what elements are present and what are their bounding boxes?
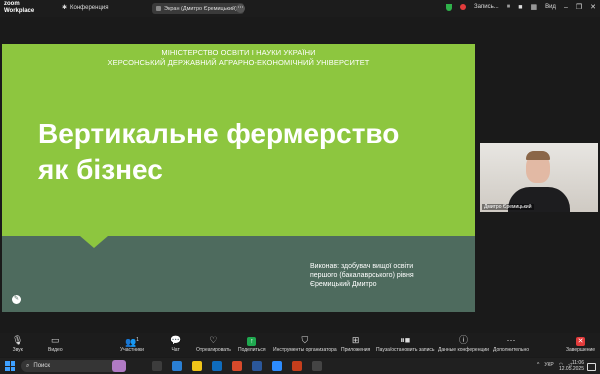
conference-menu[interactable]: ✱ Конференция — [62, 4, 109, 12]
chat-button[interactable]: 💬 Чат — [170, 335, 181, 353]
minimize-icon[interactable]: – — [564, 4, 568, 11]
paw-icon: ✱ — [62, 5, 68, 11]
ministry-line: МІНІСТЕРСТВО ОСВІТИ І НАУКИ УКРАЇНИ — [161, 48, 316, 57]
powerpoint-icon[interactable] — [292, 361, 302, 371]
participants-icon: 👥1 — [124, 337, 139, 347]
recording-label[interactable]: Запись... — [474, 4, 499, 10]
notification-icon[interactable] — [587, 363, 596, 371]
shield-icon[interactable] — [446, 3, 453, 11]
meeting-toolbar: 🎙 Звук ▭ Видео 👥1 Участники 💬 Чат ♡ Отре… — [0, 333, 600, 357]
share-icon: ↑ — [238, 335, 266, 346]
screen-share-indicator[interactable]: Экран (Дмитро Єремицький) — [152, 3, 244, 14]
react-label: Отреагировать — [196, 347, 231, 353]
share-label: Поделиться — [238, 347, 266, 353]
taskbar-search[interactable]: ⌕ Поиск — [21, 360, 126, 372]
heart-icon: ♡ — [209, 335, 218, 345]
logo-line2: Workplace — [4, 7, 35, 14]
chevron-up-icon[interactable]: ^ — [537, 362, 539, 368]
edge-icon[interactable] — [172, 361, 182, 371]
host-tools-label: Инструменты организатора — [273, 347, 337, 353]
share-button[interactable]: ↑ Поделиться — [238, 335, 266, 353]
participants-label: Участники — [120, 347, 144, 353]
screen-icon — [156, 6, 161, 11]
author-line1: Виконав: здобувач вищої освіти — [310, 263, 414, 270]
word-icon[interactable] — [252, 361, 262, 371]
search-highlight-image — [112, 360, 126, 372]
apps-button[interactable]: ⊞ Приложения — [341, 335, 370, 353]
title-line1: Вертикальне фермерство — [38, 118, 400, 149]
microphone-icon: 🎙 — [12, 335, 24, 345]
close-icon[interactable]: ✕ — [590, 3, 596, 11]
chat-icon: 💬 — [170, 335, 182, 345]
audio-label: Звук — [12, 347, 23, 353]
host-tools-button[interactable]: ⛉ Инструменты организатора — [273, 335, 337, 353]
end-label: Завершение — [566, 347, 596, 353]
university-line: ХЕРСОНСЬКИЙ ДЕРЖАВНИЙ АГРАРНО-ЕКОНОМІЧНИ… — [107, 58, 370, 67]
clock-date: 12.05.2025 — [558, 366, 584, 372]
language-indicator[interactable]: УКР — [544, 362, 553, 368]
participant-hair — [526, 151, 550, 160]
more-button[interactable]: ⋯ Дополнительно — [493, 335, 529, 353]
file-explorer-icon[interactable] — [192, 361, 202, 371]
apps-icon: ⊞ — [351, 335, 360, 345]
chat-label: Чат — [171, 347, 180, 353]
search-placeholder: Поиск — [33, 363, 51, 369]
slide-title: Вертикальне фермерство як бізнес — [38, 116, 399, 188]
participant-name: Дмитро Єремицький — [482, 204, 534, 210]
author-line3: Єремицький Дмитро — [310, 281, 377, 288]
slide-header: МІНІСТЕРСТВО ОСВІТИ І НАУКИ УКРАЇНИ ХЕРС… — [2, 48, 475, 68]
grid-icon[interactable]: ▦ — [530, 3, 537, 11]
video-label: Видео — [48, 347, 63, 353]
zoom-logo: zoom Workplace — [4, 1, 34, 14]
meeting-info-label: Данные конференции — [438, 347, 489, 353]
zoom-taskbar-icon[interactable] — [272, 361, 282, 371]
title-line2: як бізнес — [38, 154, 163, 185]
stop-icon[interactable]: ■ — [518, 4, 522, 11]
zoom-title-bar: zoom Workplace ✱ Конференция Экран (Дмит… — [0, 0, 600, 17]
task-view-icon[interactable] — [152, 361, 162, 371]
audio-button[interactable]: 🎙 Звук — [12, 335, 23, 353]
author-line2: першого (бакалаврського) рівня — [310, 272, 414, 279]
windows-start-icon[interactable] — [5, 361, 15, 371]
end-button[interactable]: ✕ Завершение — [566, 335, 595, 353]
taskbar-clock[interactable]: 11:06 12.05.2025 — [559, 360, 584, 372]
more-label: Дополнительно — [493, 347, 529, 353]
screen-share-label: Экран (Дмитро Єремицький) — [164, 5, 237, 12]
app-icon-dark[interactable] — [312, 361, 322, 371]
participants-count: 1 — [136, 337, 139, 343]
end-icon: ✕ — [576, 337, 586, 346]
search-icon: ⌕ — [26, 362, 30, 369]
shield-check-icon: ⛉ — [301, 335, 309, 345]
author-block: Виконав: здобувач вищої освіти першого (… — [310, 262, 414, 289]
view-label[interactable]: Вид — [545, 4, 556, 10]
info-icon: ⓘ — [458, 335, 468, 345]
app-icon-red[interactable] — [232, 361, 242, 371]
windows-taskbar: ⌕ Поиск ^ УКР ◠ ◁ 11:06 12.05.2025 — [0, 358, 600, 374]
pause-record-label: Пауза/остановить запись — [376, 347, 435, 353]
annotate-icon[interactable]: ✎ — [12, 295, 21, 304]
slide-notch — [80, 236, 108, 248]
apps-label: Приложения — [341, 347, 371, 353]
participant-video[interactable]: Дмитро Єремицький — [480, 143, 598, 212]
top-right-controls: Запись... ⏸ ■ ▦ Вид – ❐ ✕ — [446, 3, 596, 11]
camera-icon: ▭ — [51, 335, 60, 345]
shared-slide: МІНІСТЕРСТВО ОСВІТИ І НАУКИ УКРАЇНИ ХЕРС… — [2, 44, 475, 312]
store-icon[interactable] — [212, 361, 222, 371]
pause-stop-icon: ⏸■ — [400, 335, 411, 345]
react-button[interactable]: ♡ Отреагировать — [196, 335, 231, 353]
participants-button[interactable]: 👥1 Участники — [120, 335, 144, 353]
video-button[interactable]: ▭ Видео — [48, 335, 63, 353]
maximize-icon[interactable]: ❐ — [576, 3, 582, 11]
pause-icon[interactable]: ⏸ — [507, 3, 511, 11]
more-options-icon[interactable]: ⋯ — [236, 4, 245, 13]
meeting-info-button[interactable]: ⓘ Данные конференции — [438, 335, 489, 353]
pause-record-button[interactable]: ⏸■ Пауза/остановить запись — [376, 335, 435, 353]
conference-label: Конференция — [70, 4, 109, 11]
ellipsis-icon: ⋯ — [506, 335, 516, 345]
record-icon — [460, 4, 467, 10]
